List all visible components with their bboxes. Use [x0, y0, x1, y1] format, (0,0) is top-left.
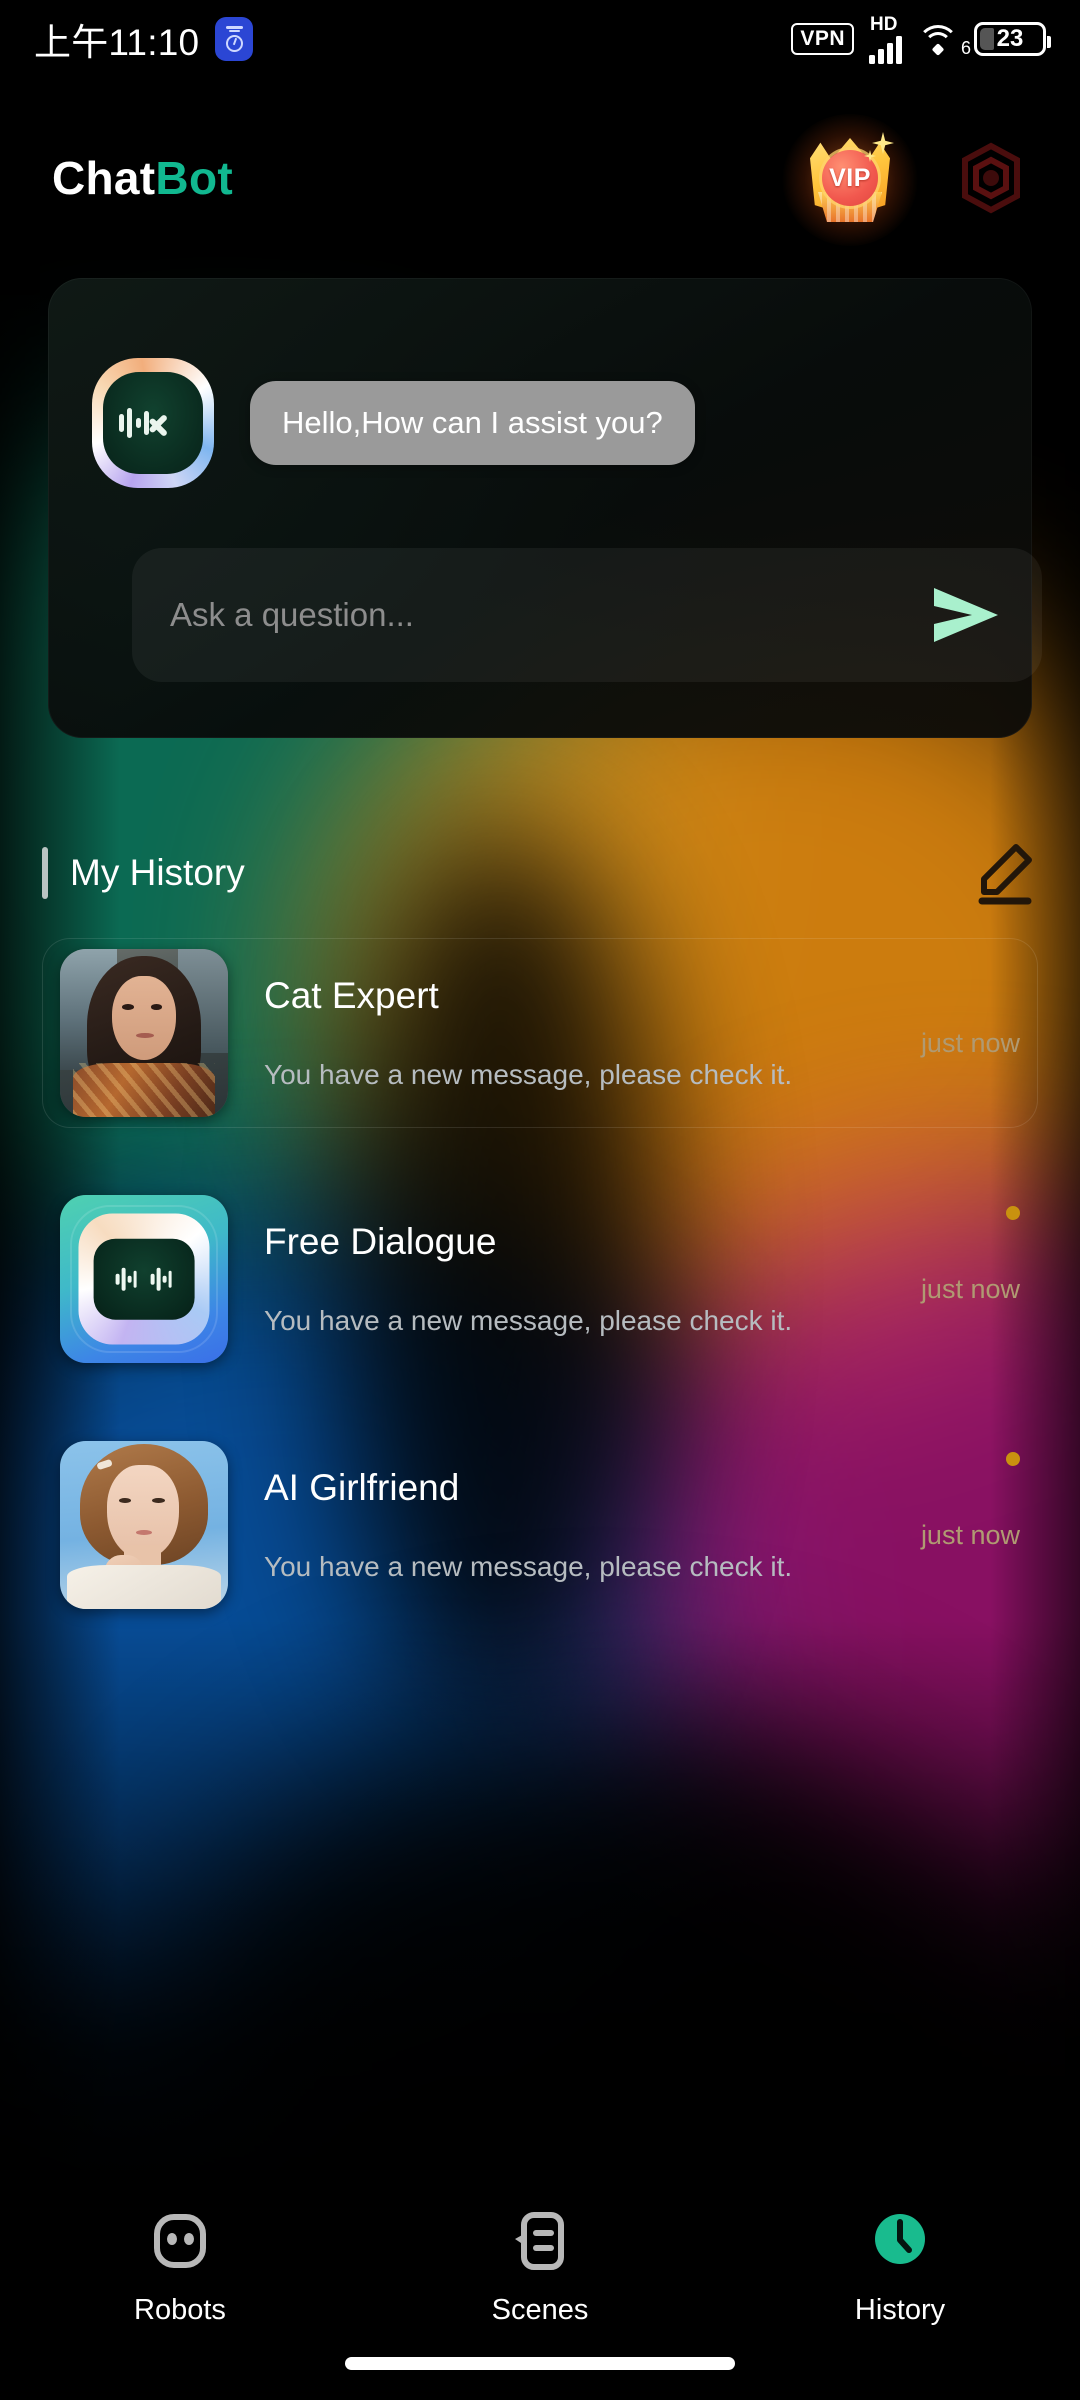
history-item-subtitle: You have a new message, please check it.: [264, 1305, 793, 1336]
unread-dot-badge: [1006, 1206, 1020, 1220]
brand-second: Bot: [155, 152, 233, 204]
ask-question-placeholder: Ask a question...: [170, 596, 414, 633]
avatar: [60, 1441, 228, 1609]
history-item-name: Free Dialogue: [264, 1221, 497, 1262]
bot-wave-avatar[interactable]: [92, 358, 214, 488]
battery-percent: 23: [996, 25, 1024, 52]
history-item-name: Cat Expert: [264, 975, 439, 1016]
vpn-icon: VPN: [791, 23, 854, 55]
history-item-name: AI Girlfriend: [264, 1467, 460, 1508]
history-item-cat-expert[interactable]: Cat Expert You have a new message, pleas…: [42, 938, 1038, 1128]
ask-question-input[interactable]: Ask a question...: [132, 548, 1042, 682]
history-item-subtitle: You have a new message, please check it.: [264, 1059, 793, 1090]
send-arrow-icon[interactable]: [928, 584, 1004, 646]
section-title: My History: [70, 852, 245, 893]
brand-first: Chat: [52, 152, 156, 204]
clock-icon: [867, 2208, 933, 2274]
vip-badge-button[interactable]: VIP: [782, 114, 918, 246]
vip-label: VIP: [829, 163, 871, 192]
chevron-left-icon: [161, 405, 187, 441]
history-item-subtitle: You have a new message, please check it.: [264, 1551, 793, 1582]
tab-label: Robots: [134, 2294, 226, 2326]
tab-scenes[interactable]: Scenes: [360, 2208, 720, 2327]
tab-label: Scenes: [491, 2294, 589, 2326]
app-title: ChatBot: [52, 151, 233, 205]
avatar: [60, 1195, 228, 1363]
bot-message-bubble: Hello,How can I assist you?: [250, 381, 695, 465]
status-time: 上午11:10: [34, 22, 200, 63]
hex-gear-icon[interactable]: [954, 141, 1028, 215]
history-item-time: just now: [920, 1519, 1020, 1550]
bot-greeting-row: Hello,How can I assist you?: [92, 358, 695, 488]
history-item-time: just now: [920, 1273, 1020, 1304]
section-accent-bar: [42, 847, 48, 899]
signal-icon: HD: [869, 15, 902, 64]
tab-robots[interactable]: Robots: [0, 2208, 360, 2327]
home-indicator[interactable]: [345, 2357, 735, 2370]
history-item-free-dialogue[interactable]: Free Dialogue You have a new message, pl…: [42, 1184, 1038, 1374]
chat-card: Hello,How can I assist you? Ask a questi…: [48, 278, 1042, 738]
wifi-icon: 6: [917, 23, 971, 58]
unread-dot-badge: [1006, 1452, 1020, 1466]
wifi-generation-label: 6: [960, 38, 971, 58]
bottom-navigation: Robots Scenes History: [0, 2170, 1080, 2400]
history-item-ai-girlfriend[interactable]: AI Girlfriend You have a new message, pl…: [42, 1430, 1038, 1620]
status-bar: 上午11:10 VPN HD 6 23: [0, 0, 1080, 78]
history-list: Cat Expert You have a new message, pleas…: [42, 938, 1038, 1676]
pencil-edit-icon[interactable]: [972, 840, 1038, 906]
stopwatch-icon: [215, 17, 254, 61]
app-screen: 上午11:10 VPN HD 6 23 ChatBot VIP Hello,Ho…: [0, 0, 1080, 2400]
tab-history[interactable]: History: [720, 2208, 1080, 2327]
battery-icon: 23: [974, 22, 1051, 56]
history-item-time: just now: [920, 1027, 1020, 1058]
scene-card-icon: [507, 2208, 573, 2274]
tab-label: History: [854, 2294, 946, 2326]
avatar: [60, 949, 228, 1117]
app-header: ChatBot VIP: [0, 114, 1080, 246]
robot-face-icon: [147, 2208, 213, 2274]
hd-label: HD: [870, 13, 898, 35]
wave-bars-icon: [118, 403, 150, 443]
history-section-header: My History: [42, 838, 1038, 908]
